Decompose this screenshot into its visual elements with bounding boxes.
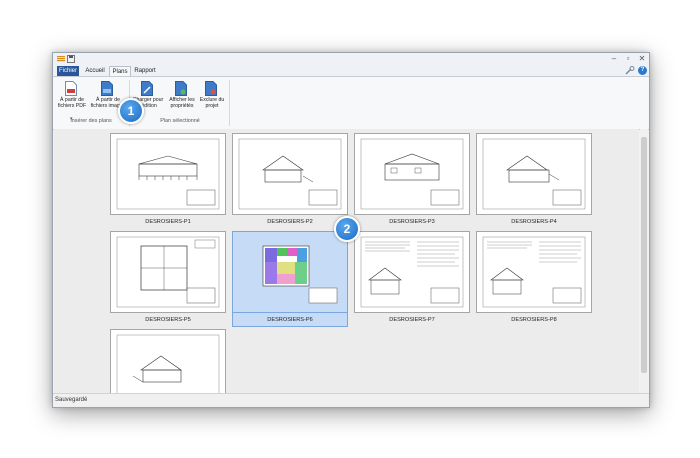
plan-card-p9[interactable] bbox=[110, 329, 226, 398]
plan-thumbnail[interactable] bbox=[232, 231, 348, 313]
plan-caption: DESROSIERS-P1 bbox=[145, 219, 191, 225]
minimize-button[interactable]: – bbox=[607, 53, 621, 65]
plan-card-p8[interactable]: DESROSIERS-P8 bbox=[476, 231, 592, 323]
ribbon-tabs: Fichier Accueil Plans Rapport ? bbox=[53, 65, 649, 77]
plan-card-p3[interactable]: DESROSIERS-P3 bbox=[354, 133, 470, 225]
plan-card-p5[interactable]: DESROSIERS-P5 bbox=[110, 231, 226, 323]
plan-caption: DESROSIERS-P8 bbox=[511, 317, 557, 323]
tab-rapport[interactable]: Rapport bbox=[133, 66, 157, 76]
pdf-import-icon bbox=[65, 81, 77, 96]
plan-card-p4[interactable]: DESROSIERS-P4 bbox=[476, 133, 592, 225]
plan-card-p2[interactable]: DESROSIERS-P2 bbox=[232, 133, 348, 225]
load-edit-icon bbox=[141, 81, 153, 96]
plan-caption: DESROSIERS-P6 bbox=[232, 313, 348, 327]
tab-accueil[interactable]: Accueil bbox=[83, 66, 107, 76]
plan-thumbnail[interactable] bbox=[354, 231, 470, 313]
status-bar: Sauvegardé bbox=[53, 393, 649, 407]
plan-thumbnail[interactable] bbox=[110, 231, 226, 313]
plan-card-p1[interactable]: DESROSIERS-P1 bbox=[110, 133, 226, 225]
help-icon[interactable]: ? bbox=[638, 66, 647, 75]
app-menu-icon[interactable] bbox=[57, 55, 65, 62]
plan-thumbnail[interactable] bbox=[110, 133, 226, 215]
exclude-project-button[interactable]: Exclure du projet bbox=[197, 80, 227, 120]
tools-icon[interactable] bbox=[625, 66, 635, 75]
restore-button[interactable]: ▫ bbox=[621, 53, 635, 65]
group-separator bbox=[229, 80, 230, 126]
vertical-scrollbar[interactable] bbox=[640, 129, 648, 393]
plan-thumbnail[interactable] bbox=[476, 133, 592, 215]
plan-card-p6[interactable]: DESROSIERS-P6 bbox=[232, 231, 348, 327]
plan-thumbnail[interactable] bbox=[110, 329, 226, 398]
plan-thumbnail[interactable] bbox=[354, 133, 470, 215]
exclude-icon bbox=[205, 81, 217, 96]
callout-badge-1: 1 bbox=[118, 98, 144, 124]
plan-caption: DESROSIERS-P5 bbox=[145, 317, 191, 323]
plan-caption: DESROSIERS-P4 bbox=[511, 219, 557, 225]
image-import-icon bbox=[101, 81, 113, 96]
save-icon[interactable] bbox=[67, 55, 75, 63]
tab-fichier[interactable]: Fichier bbox=[57, 66, 79, 76]
group-label-insert: Insérer des plans bbox=[70, 118, 112, 124]
callout-badge-2: 2 bbox=[334, 216, 360, 242]
plan-card-p7[interactable]: DESROSIERS-P7 bbox=[354, 231, 470, 323]
plan-caption: DESROSIERS-P7 bbox=[389, 317, 435, 323]
close-button[interactable]: ✕ bbox=[635, 53, 649, 65]
scrollbar-thumb[interactable] bbox=[641, 137, 647, 373]
group-label-selected: Plan sélectionné bbox=[160, 118, 200, 124]
plan-caption: DESROSIERS-P2 bbox=[267, 219, 313, 225]
plan-thumbnail[interactable] bbox=[232, 133, 348, 215]
properties-icon bbox=[175, 81, 187, 96]
plan-thumbnail[interactable] bbox=[476, 231, 592, 313]
import-pdf-button[interactable]: À partir de fichiers PDF ▾ bbox=[57, 80, 87, 122]
plans-gallery: DESROSIERS-P1 DESROSIERS-P2 DESROSIERS-P… bbox=[54, 129, 639, 398]
ribbon: À partir de fichiers PDF ▾ À partir de f… bbox=[53, 76, 649, 130]
plan-caption: DESROSIERS-P3 bbox=[389, 219, 435, 225]
